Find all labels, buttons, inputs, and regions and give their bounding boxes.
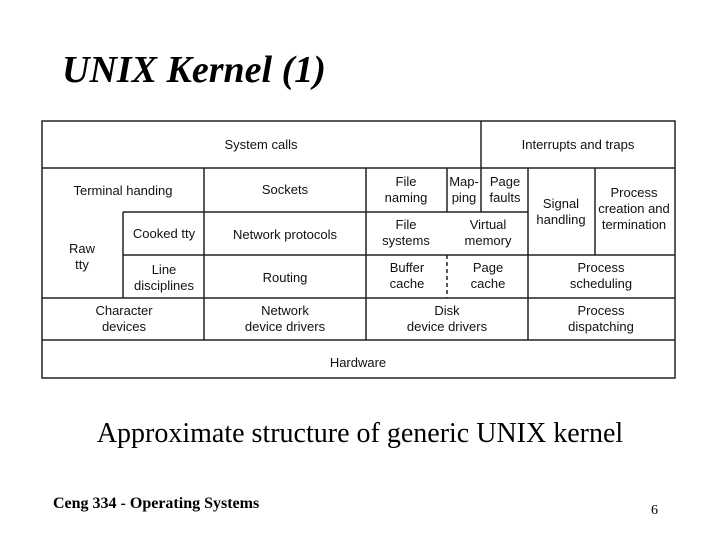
cell-interrupts-and-traps: Interrupts and traps	[522, 137, 635, 152]
cell-label: Routing	[263, 270, 308, 285]
cell-label: Process	[578, 260, 625, 275]
diagram-caption: Approximate structure of generic UNIX ke…	[96, 418, 624, 449]
cell-terminal-handling: Terminal handing	[73, 183, 172, 198]
cell-label: Map-	[449, 174, 479, 189]
cell-label: Cooked tty	[133, 226, 196, 241]
cell-system-calls: System calls	[225, 137, 298, 152]
cell-label: Signal	[543, 196, 579, 211]
cell-label: Page	[490, 174, 520, 189]
cell-label: Terminal handing	[73, 183, 172, 198]
cell-raw-tty: Rawtty	[69, 241, 96, 272]
cell-disk-device-drivers: Diskdevice drivers	[407, 303, 488, 334]
cell-label: File	[396, 217, 417, 232]
cell-label: Raw	[69, 241, 96, 256]
cell-label: Line	[152, 262, 177, 277]
cell-label: tty	[75, 257, 89, 272]
cell-label: dispatching	[568, 319, 634, 334]
cell-label: disciplines	[134, 278, 194, 293]
cell-file-systems: Filesystems	[382, 217, 430, 248]
cell-label: Interrupts and traps	[522, 137, 635, 152]
cell-label: Character	[95, 303, 153, 318]
cell-label: cache	[471, 276, 506, 291]
cell-label: devices	[102, 319, 147, 334]
cell-label: faults	[489, 190, 521, 205]
cell-label: Hardware	[330, 355, 386, 370]
cell-label: Network	[261, 303, 309, 318]
cell-label: cache	[390, 276, 425, 291]
cell-label: device drivers	[245, 319, 326, 334]
cell-line-disciplines: Linedisciplines	[134, 262, 194, 293]
cell-hardware: Hardware	[330, 355, 386, 370]
cell-label: System calls	[225, 137, 298, 152]
cell-label: naming	[385, 190, 428, 205]
cell-label: termination	[602, 217, 666, 232]
cell-network-device-drivers: Networkdevice drivers	[245, 303, 326, 334]
cell-sockets: Sockets	[262, 182, 309, 197]
cell-character-devices: Characterdevices	[95, 303, 153, 334]
cell-label: Disk	[434, 303, 460, 318]
cell-label: ping	[452, 190, 477, 205]
kernel-structure-diagram: System calls Interrupts and traps Terminal…	[41, 120, 676, 379]
page-number: 6	[651, 503, 658, 518]
cell-buffer-cache: Buffercache	[390, 260, 425, 291]
cell-label: Network protocols	[233, 227, 338, 242]
cell-process-scheduling: Processscheduling	[570, 260, 632, 291]
cell-label: systems	[382, 233, 430, 248]
cell-mapping: Map-ping	[449, 174, 479, 205]
footer-course: Ceng 334 - Operating Systems	[53, 495, 260, 512]
cell-label: Buffer	[390, 260, 425, 275]
cell-label: Sockets	[262, 182, 309, 197]
cell-signal-handling: Signalhandling	[536, 196, 585, 227]
cell-process-dispatching: Processdispatching	[568, 303, 634, 334]
cell-label: Page	[473, 260, 503, 275]
cell-process-creation: Processcreation andtermination	[598, 185, 670, 232]
cell-label: Process	[578, 303, 625, 318]
cell-label: handling	[536, 212, 585, 227]
cell-virtual-memory: Virtualmemory	[465, 217, 512, 248]
cell-label: File	[396, 174, 417, 189]
cell-label: scheduling	[570, 276, 632, 291]
cell-routing: Routing	[263, 270, 308, 285]
cell-label: memory	[465, 233, 512, 248]
cell-network-protocols: Network protocols	[233, 227, 338, 242]
cell-file-naming: Filenaming	[385, 174, 428, 205]
cell-page-cache: Pagecache	[471, 260, 506, 291]
cell-cooked-tty: Cooked tty	[133, 226, 196, 241]
cell-label: Virtual	[470, 217, 507, 232]
cell-page-faults: Pagefaults	[489, 174, 521, 205]
cell-label: creation and	[598, 201, 670, 216]
cell-label: Process	[611, 185, 658, 200]
cell-label: device drivers	[407, 319, 488, 334]
